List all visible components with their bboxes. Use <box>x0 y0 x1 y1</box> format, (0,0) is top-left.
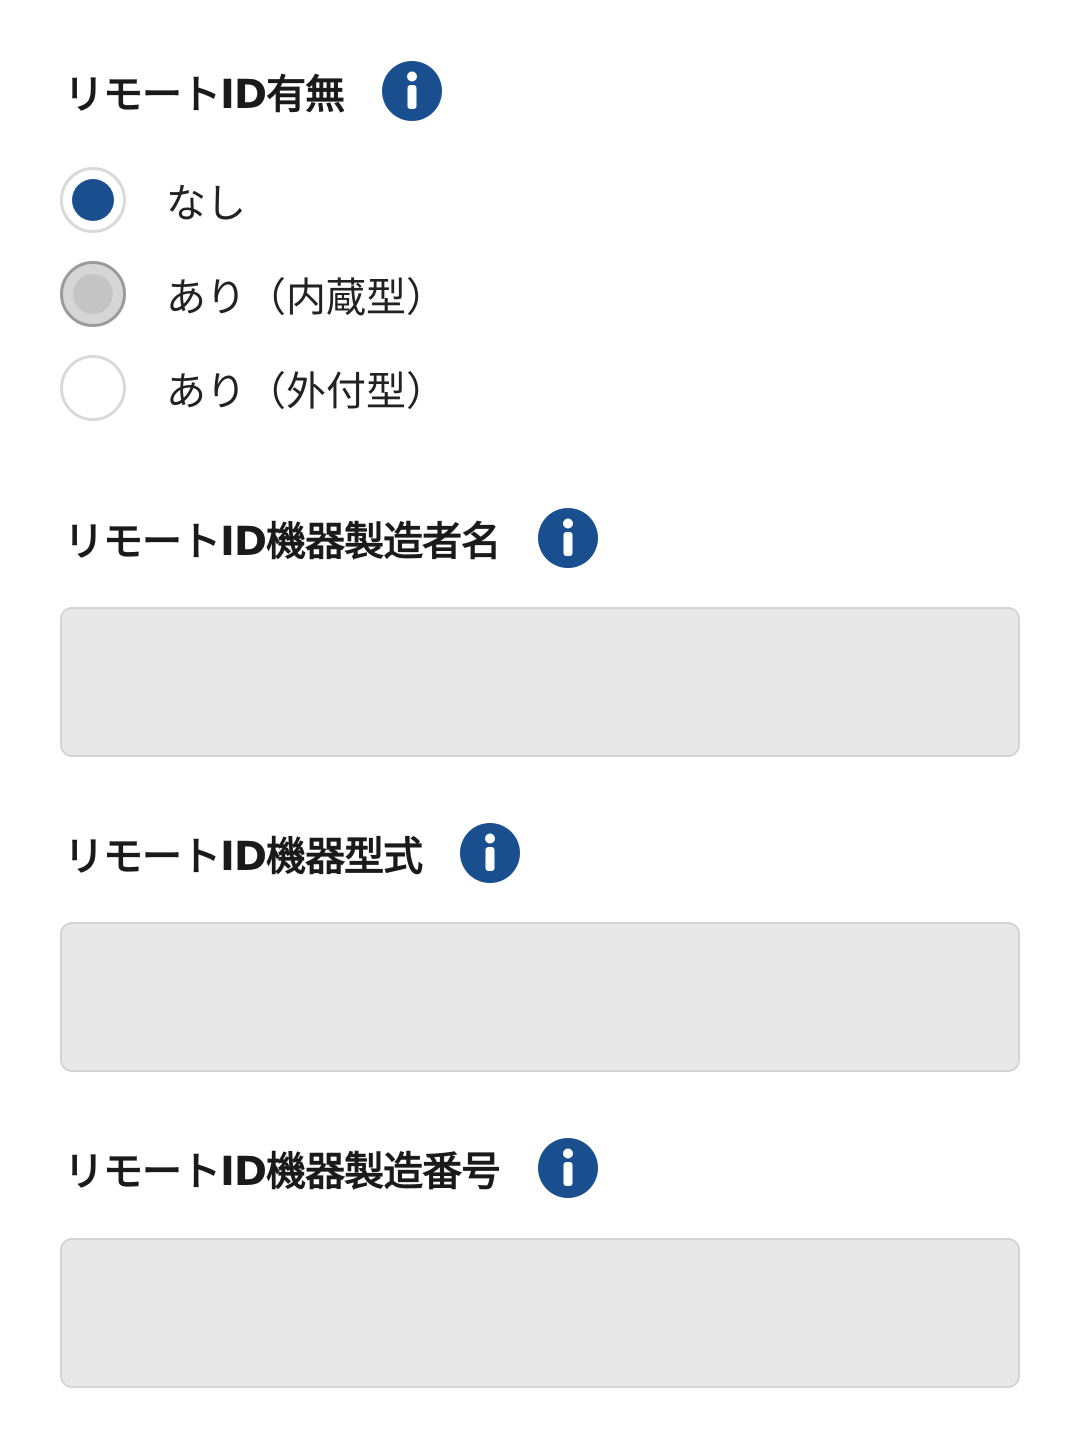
radio-button-none[interactable] <box>60 167 126 233</box>
serial-number-input[interactable] <box>60 1238 1020 1388</box>
radio-label-external: あり（外付型） <box>166 369 446 415</box>
radio-option-none[interactable]: なし <box>60 164 246 236</box>
model-label: リモートID機器型式 <box>64 834 423 880</box>
info-icon[interactable] <box>538 508 599 568</box>
info-icon[interactable] <box>460 823 521 883</box>
manufacturer-label: リモートID機器製造者名 <box>64 519 501 565</box>
radio-button-builtin <box>60 261 126 327</box>
radio-button-external[interactable] <box>60 355 126 421</box>
remote-id-presence-label-row: リモートID有無 <box>64 56 443 126</box>
manufacturer-input[interactable] <box>60 607 1020 757</box>
model-input[interactable] <box>60 922 1020 1072</box>
remote-id-presence-label: リモートID有無 <box>64 72 345 118</box>
serial-number-label: リモートID機器製造番号 <box>64 1149 501 1195</box>
info-icon[interactable] <box>538 1138 599 1198</box>
radio-label-builtin: あり（内蔵型） <box>166 275 446 321</box>
info-icon[interactable] <box>382 61 443 121</box>
serial-number-label-row: リモートID機器製造番号 <box>64 1133 599 1203</box>
remote-id-form: リモートID有無 なし あり（内蔵型） あり（外付型） リモートID機器製造者名 <box>0 0 1080 1452</box>
manufacturer-label-row: リモートID機器製造者名 <box>64 503 599 573</box>
model-label-row: リモートID機器型式 <box>64 818 521 888</box>
radio-label-none: なし <box>166 181 246 227</box>
radio-option-external[interactable]: あり（外付型） <box>60 352 446 424</box>
radio-option-builtin: あり（内蔵型） <box>60 258 446 330</box>
